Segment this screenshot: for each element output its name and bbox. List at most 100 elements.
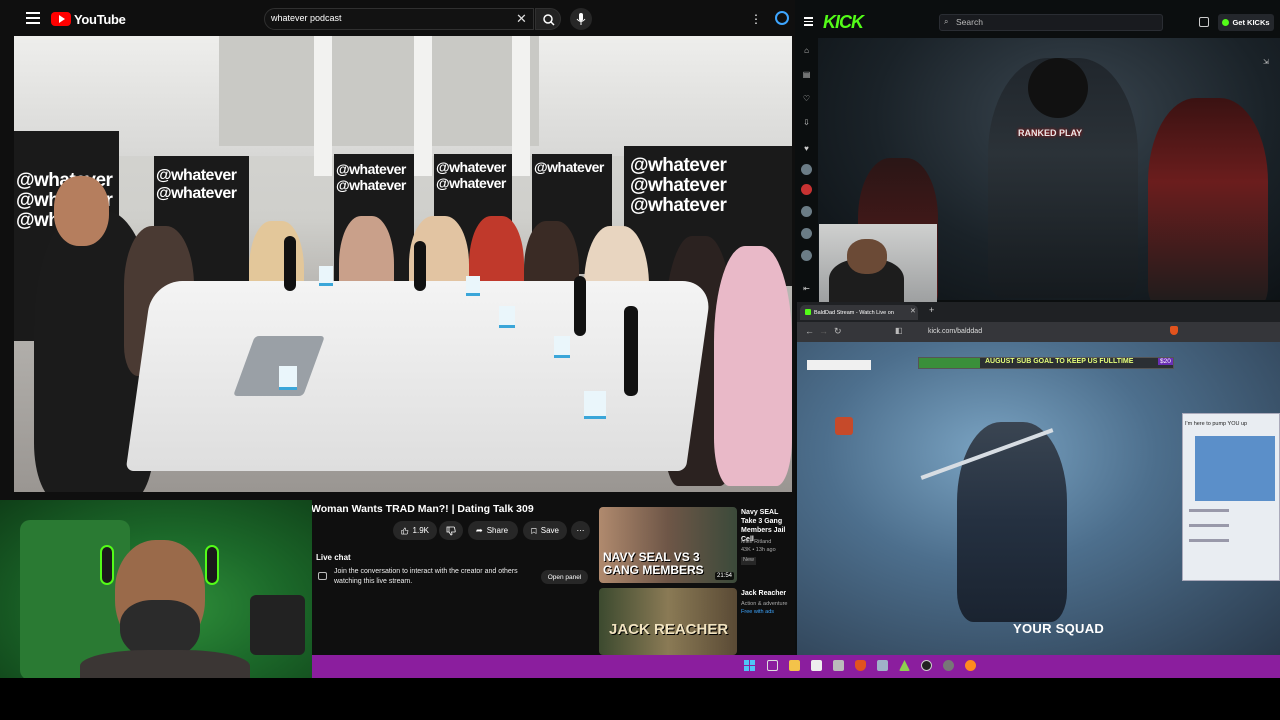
microphone [414, 241, 426, 291]
close-tab-icon[interactable]: ✕ [910, 307, 916, 315]
kick-menu-icon[interactable] [804, 17, 813, 26]
bookmark-icon[interactable]: ◧ [895, 326, 903, 335]
bottom-letterbox [0, 678, 1280, 720]
streamer-shirt [80, 650, 250, 678]
recommended-meta: Free with ads [741, 609, 775, 615]
recommended-channel[interactable]: Mike Ritland [741, 539, 771, 547]
microphone [574, 276, 586, 336]
back-icon[interactable]: ← [805, 326, 814, 336]
obs-icon[interactable] [921, 660, 932, 671]
your-squad-label: YOUR SQUAD [1013, 621, 1105, 636]
game-character [957, 422, 1067, 622]
get-kicks-button[interactable]: Get KICKs [1218, 14, 1274, 31]
collapse-icon[interactable]: ⇤ [802, 284, 811, 293]
settings-icon[interactable] [943, 660, 954, 671]
app-icon[interactable] [877, 660, 888, 671]
url-text[interactable]: kick.com/balddad [928, 328, 982, 335]
wall-text: @whatever [630, 195, 727, 216]
wall-text: @whatever [534, 159, 604, 175]
more-options-icon[interactable]: ⋮ [750, 12, 762, 26]
new-badge: New [741, 557, 757, 565]
share-button[interactable]: ➦ Share [468, 521, 518, 540]
calculator-icon[interactable] [833, 660, 844, 671]
recommended-thumbnail[interactable]: NAVY SEAL VS 3 GANG MEMBERS 21:54 [599, 507, 737, 583]
search-button[interactable] [535, 8, 561, 30]
save-label: Save [540, 526, 559, 535]
studio-microphone [250, 595, 305, 655]
search-input-value[interactable]: whatever podcast [271, 13, 342, 23]
kick-browse-icon[interactable] [1199, 17, 1209, 27]
headphones-icon [205, 545, 219, 585]
like-button[interactable]: 1.9K [393, 521, 437, 540]
clear-search-icon[interactable]: ✕ [516, 11, 527, 27]
search-icon [543, 14, 555, 26]
channel-avatar[interactable] [801, 184, 812, 195]
microphone-icon [576, 13, 586, 25]
dislike-button[interactable] [439, 521, 463, 540]
cup [279, 366, 297, 390]
recommended-channel: Action & adventure [741, 601, 788, 607]
file-explorer-icon[interactable] [789, 660, 800, 671]
popup-text: I'm here to pump YOU up [1185, 421, 1248, 427]
thumbs-down-icon [446, 526, 456, 535]
cup [584, 391, 606, 419]
hamburger-menu-icon[interactable] [26, 12, 40, 24]
more-horizontal-icon: ⋯ [576, 526, 585, 535]
windows-start-icon[interactable] [744, 660, 755, 671]
thumbnail-caption: JACK REACHER [609, 621, 729, 638]
chat-toggle-icon[interactable]: ⇲ [1263, 58, 1269, 66]
search-icon: ⌕ [944, 17, 949, 26]
wall-text: @whatever [156, 185, 237, 202]
kicks-coin-icon [1222, 19, 1230, 26]
game-banner-text: RANKED PLAY [1018, 128, 1083, 138]
save-button[interactable]: Save [523, 521, 567, 540]
thumbs-up-icon [401, 527, 409, 534]
video-duration: 21:54 [714, 572, 734, 580]
brave-browser-icon[interactable] [855, 660, 866, 671]
streamer-head [847, 239, 887, 274]
account-avatar[interactable] [775, 11, 789, 25]
chat-icon [318, 572, 327, 580]
browser-tab[interactable]: BaldDad Stream - Watch Live on [800, 305, 918, 320]
channel-avatar[interactable] [801, 164, 812, 175]
voice-search-button[interactable] [570, 8, 592, 30]
browse-icon[interactable]: ▤ [802, 70, 811, 79]
youtube-logo-icon[interactable] [51, 12, 71, 26]
video-player[interactable]: @whatever @whatever @whatever @whatever … [14, 36, 792, 492]
pillar [512, 36, 530, 176]
address-bar[interactable] [797, 322, 1280, 342]
wall-text: @whatever [156, 167, 237, 184]
open-panel-button[interactable]: Open panel [541, 570, 588, 584]
wall-text: @whatever [436, 175, 506, 191]
forward-icon[interactable]: → [819, 326, 828, 336]
firefox-icon[interactable] [965, 660, 976, 671]
more-actions-button[interactable]: ⋯ [571, 521, 590, 540]
wall-text: @whatever [630, 155, 727, 176]
recommended-title[interactable]: Jack Reacher [741, 589, 793, 598]
share-label: Share [486, 526, 509, 535]
cup [466, 276, 480, 296]
guest-person [714, 246, 792, 486]
popup-line [1189, 509, 1229, 512]
home-icon[interactable]: ⌂ [802, 46, 811, 55]
download-icon[interactable]: ⇩ [802, 118, 811, 127]
save-icon [531, 527, 537, 534]
notepad-icon[interactable] [811, 660, 822, 671]
channel-avatar[interactable] [801, 206, 812, 217]
brave-shield-icon[interactable] [1170, 326, 1178, 335]
recommended-thumbnail[interactable]: JACK REACHER [599, 588, 737, 655]
kick-search-placeholder[interactable]: Search [956, 17, 983, 27]
kick-logo[interactable]: KICK [823, 12, 864, 33]
favorites-icon[interactable]: ♥ [802, 144, 811, 153]
channel-avatar[interactable] [801, 228, 812, 239]
kick-favicon-icon [805, 309, 811, 315]
sub-goal-amount: $20 [1158, 358, 1173, 365]
youtube-brand[interactable]: YouTube [74, 12, 126, 27]
pillar [314, 36, 332, 176]
following-icon[interactable]: ♡ [802, 94, 811, 103]
popup-image [1195, 436, 1275, 501]
channel-avatar[interactable] [801, 250, 812, 261]
reload-icon[interactable]: ↻ [834, 326, 842, 337]
task-view-icon[interactable] [767, 660, 778, 671]
new-tab-icon[interactable]: + [929, 305, 934, 315]
